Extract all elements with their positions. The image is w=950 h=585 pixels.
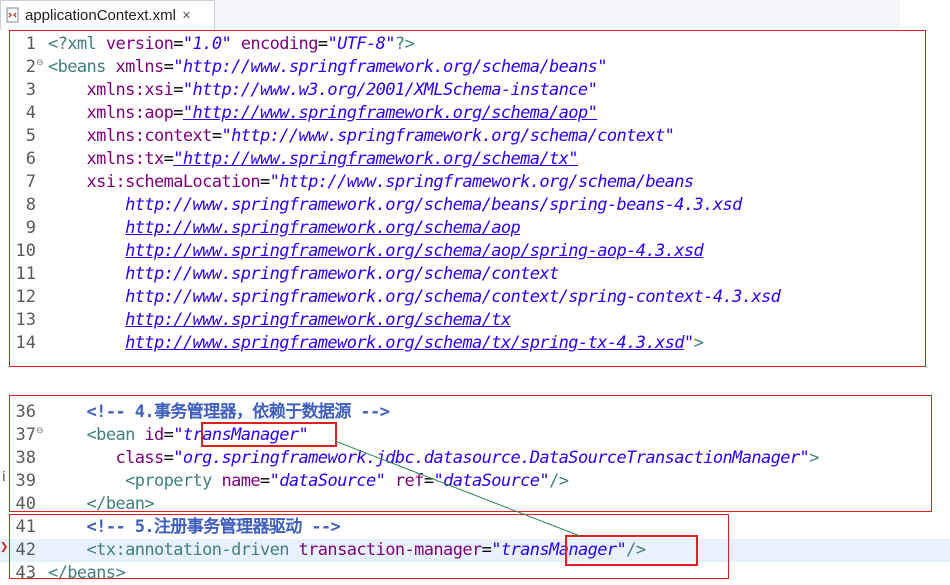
close-icon[interactable]: ✕ [182,9,191,22]
code-line: 9 http://www.springframework.org/schema/… [0,217,950,240]
code-text: http://www.springframework.org/schema/tx… [125,333,704,353]
code-text: http://www.springframework.org/schema/be… [125,195,742,215]
code-text: </bean> [86,494,155,514]
code-line: 43 </beans> [0,562,950,585]
code-line: 11 http://www.springframework.org/schema… [0,263,950,286]
code-line: 13 http://www.springframework.org/schema… [0,309,950,332]
code-line: 8 http://www.springframework.org/schema/… [0,194,950,217]
line-number: 4 [25,103,36,123]
code-text: <tx:annotation-driven transaction-manage… [86,540,646,560]
code-text: class="org.springframework.jdbc.datasour… [115,448,819,468]
code-line: 14 http://www.springframework.org/schema… [0,332,950,355]
line-number: 12 [15,287,36,307]
line-number: 10 [15,241,36,261]
line-number: 6 [25,149,36,169]
code-line: 10 http://www.springframework.org/schema… [0,240,950,263]
line-number: 1 [25,34,36,54]
code-line: 2 ⊖ <beans xmlns="http://www.springframe… [0,56,950,79]
line-number: 37 [15,425,36,445]
code-text: <?xml version="1.0" encoding="UTF-8"?> [48,34,415,54]
code-line: 12 http://www.springframework.org/schema… [0,286,950,309]
tab-label: applicationContext.xml [25,6,176,24]
line-number: 3 [25,80,36,100]
code-text: <beans xmlns="http://www.springframework… [48,57,607,77]
code-line: 1 <?xml version="1.0" encoding="UTF-8"?> [0,33,950,56]
line-number: 8 [25,195,36,215]
line-number: 7 [25,172,36,192]
code-text: </beans> [48,563,126,583]
line-number: 36 [15,402,36,422]
code-line: 3 xmlns:xsi="http://www.w3.org/2001/XMLS… [0,79,950,102]
fold-toggle-icon[interactable]: ⊖ [36,58,44,68]
code-line: 5 xmlns:context="http://www.springframew… [0,125,950,148]
line-number: 11 [15,264,36,284]
code-line: 38 class="org.springframework.jdbc.datas… [0,447,950,470]
code-line: 6 xmlns:tx="http://www.springframework.o… [0,148,950,171]
editor-tab-strip: applicationContext.xml ✕ [0,0,900,30]
line-number: 42 [15,540,36,560]
code-text: <!-- 4.事务管理器，依赖于数据源 --> [86,402,390,422]
code-text: xmlns:aop="http://www.springframework.or… [86,103,598,123]
line-number: 13 [15,310,36,330]
line-number: 14 [15,333,36,353]
line-number: 5 [25,126,36,146]
code-line-current: ❯ 42 <tx:annotation-driven transaction-m… [0,539,950,562]
code-line: 37 ⊖ <bean id="transManager" [0,424,950,447]
xml-editor[interactable]: 1 <?xml version="1.0" encoding="UTF-8"?>… [0,30,950,583]
line-number: 2 [25,57,36,77]
xml-file-icon [5,7,21,23]
line-number: 9 [25,218,36,238]
code-text: http://www.springframework.org/schema/tx [125,310,511,330]
code-text: <property name="dataSource" ref="dataSou… [125,471,569,491]
code-text: <!-- 5.注册事务管理器驱动 --> [86,517,341,537]
code-text: http://www.springframework.org/schema/co… [125,264,559,284]
code-line: 7 xsi:schemaLocation="http://www.springf… [0,171,950,194]
line-number: 41 [15,517,36,537]
code-text: xmlns:xsi="http://www.w3.org/2001/XMLSch… [86,80,598,100]
fold-toggle-icon[interactable]: ⊖ [36,426,44,436]
line-number: 43 [15,563,36,583]
code-text: xmlns:tx="http://www.springframework.org… [86,149,579,169]
tab-applicationcontext-xml[interactable]: applicationContext.xml ✕ [0,0,215,29]
line-number: 38 [15,448,36,468]
line-number: 39 [15,471,36,491]
code-text: http://www.springframework.org/schema/ao… [125,241,704,261]
code-text: <bean id="transManager" [86,425,309,445]
code-text: xsi:schemaLocation="http://www.springfra… [86,172,695,192]
line-number: 40 [15,494,36,514]
code-text: xmlns:context="http://www.springframewor… [86,126,675,146]
code-line: 40 </bean> [0,493,950,516]
code-text: http://www.springframework.org/schema/ao… [125,218,521,238]
code-line: 41 <!-- 5.注册事务管理器驱动 --> [0,516,950,539]
code-text: http://www.springframework.org/schema/co… [125,287,781,307]
code-line: 4 xmlns:aop="http://www.springframework.… [0,102,950,125]
code-line: i 39 <property name="dataSource" ref="da… [0,470,950,493]
code-line: 36 <!-- 4.事务管理器，依赖于数据源 --> [0,401,950,424]
